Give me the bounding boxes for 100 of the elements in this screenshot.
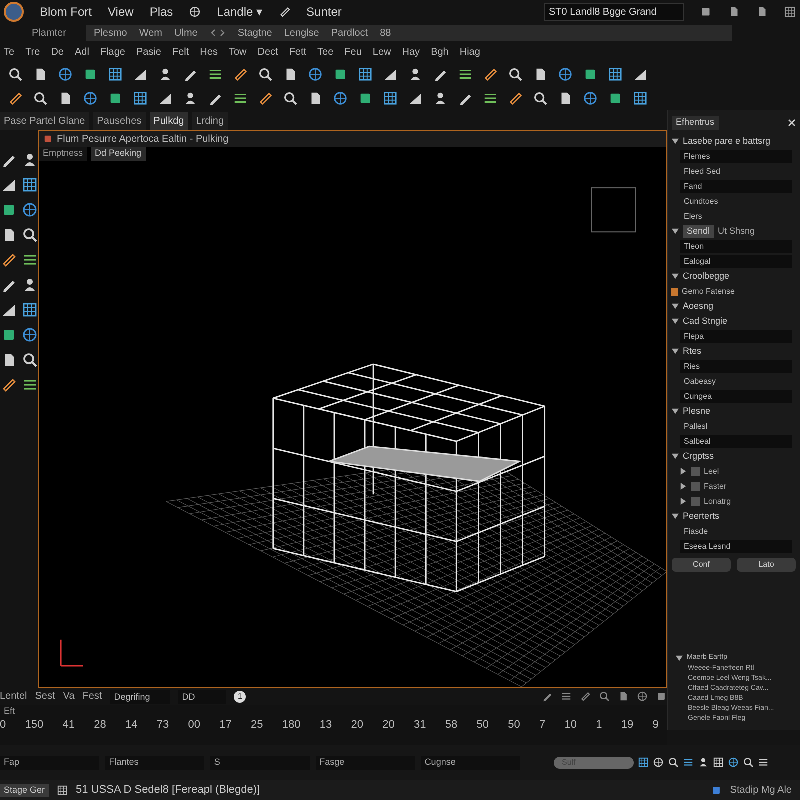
section-tab[interactable]: Ut Shsng bbox=[718, 224, 756, 238]
layer-item[interactable]: Gemo Fatense bbox=[682, 286, 735, 298]
grid-icon[interactable] bbox=[108, 66, 123, 82]
grid-icon[interactable] bbox=[358, 66, 373, 82]
document-icon[interactable] bbox=[756, 6, 768, 18]
filter-dropdown[interactable]: Flantes bbox=[105, 756, 204, 770]
expanded-caret-icon[interactable] bbox=[672, 348, 679, 355]
nav-item[interactable]: Ulme bbox=[174, 26, 198, 40]
ruler-icon[interactable] bbox=[233, 66, 248, 82]
ruler-icon[interactable] bbox=[1, 377, 17, 393]
dropdown-field[interactable]: Salbeal bbox=[680, 435, 792, 448]
grid-icon[interactable] bbox=[57, 785, 68, 796]
globe-icon[interactable] bbox=[308, 66, 323, 82]
magnifier-icon[interactable] bbox=[743, 757, 754, 768]
menu-item[interactable]: Felt bbox=[172, 44, 190, 60]
panel-button[interactable]: Lato bbox=[737, 558, 796, 572]
dropdown-field[interactable]: Fand bbox=[680, 180, 792, 193]
menu-item[interactable]: Tre bbox=[26, 44, 40, 60]
expanded-caret-icon[interactable] bbox=[672, 228, 679, 235]
nav-item[interactable]: Plesmo bbox=[94, 26, 128, 40]
checkbox[interactable] bbox=[691, 482, 700, 491]
ruler-icon[interactable] bbox=[508, 90, 523, 106]
section-header[interactable]: Croolbegge bbox=[683, 270, 730, 284]
magnifier-icon[interactable] bbox=[22, 227, 38, 243]
lines-icon[interactable] bbox=[758, 757, 769, 768]
magnifier-icon[interactable] bbox=[33, 90, 48, 106]
ruler-icon[interactable] bbox=[278, 6, 291, 18]
globe-icon[interactable] bbox=[558, 66, 573, 82]
expanded-caret-icon[interactable] bbox=[672, 318, 679, 325]
section-header[interactable]: Lasebe pare e battsrg bbox=[683, 134, 771, 148]
globe-icon[interactable] bbox=[637, 691, 648, 702]
nav-item[interactable]: Lenglse bbox=[284, 26, 320, 40]
square-icon[interactable] bbox=[43, 134, 53, 144]
status-button[interactable]: Stage Ger bbox=[0, 784, 50, 798]
checkbox[interactable] bbox=[691, 497, 700, 506]
menu-item[interactable]: Adl bbox=[75, 44, 90, 60]
filter-dropdown[interactable]: Fap bbox=[0, 756, 100, 770]
back-forward-arrows-icon[interactable] bbox=[210, 29, 226, 37]
globe-icon[interactable] bbox=[189, 6, 202, 18]
panel-button[interactable]: Conf bbox=[672, 558, 731, 572]
lines-icon[interactable] bbox=[22, 252, 38, 268]
dropdown-field[interactable]: Flemes bbox=[680, 150, 792, 163]
expanded-caret-icon[interactable] bbox=[672, 303, 679, 310]
ramp-icon[interactable] bbox=[1, 177, 17, 193]
checkbox[interactable] bbox=[691, 467, 700, 476]
menu-item[interactable]: Tow bbox=[228, 44, 247, 60]
lines-icon[interactable] bbox=[683, 757, 694, 768]
expanded-caret-icon[interactable] bbox=[672, 138, 679, 145]
document-tab[interactable]: Pausehes bbox=[93, 112, 146, 130]
grid-icon[interactable] bbox=[22, 302, 38, 318]
person-icon[interactable] bbox=[433, 90, 448, 106]
section-header[interactable]: Cad Stngie bbox=[683, 314, 728, 328]
square-icon[interactable] bbox=[656, 691, 667, 702]
magnifier-icon[interactable] bbox=[508, 66, 523, 82]
document-icon[interactable] bbox=[728, 6, 740, 18]
section-header[interactable]: Aoesng bbox=[683, 300, 714, 314]
expanded-caret-icon[interactable] bbox=[672, 453, 679, 460]
collapsed-caret-icon[interactable] bbox=[680, 468, 687, 475]
square-icon[interactable] bbox=[711, 785, 722, 796]
collapsed-caret-icon[interactable] bbox=[680, 498, 687, 505]
ruler-icon[interactable] bbox=[483, 66, 498, 82]
document-tab[interactable]: Pulkdg bbox=[150, 112, 188, 130]
grid-icon[interactable] bbox=[383, 90, 398, 106]
globe-icon[interactable] bbox=[22, 202, 38, 218]
nav-item[interactable]: 88 bbox=[380, 26, 392, 40]
menu-item[interactable]: Bgh bbox=[431, 44, 449, 60]
filter-dropdown[interactable]: S bbox=[210, 756, 310, 770]
magnifier-icon[interactable] bbox=[599, 691, 610, 702]
magnifier-icon[interactable] bbox=[668, 757, 679, 768]
menu-item[interactable]: Blom Fort bbox=[40, 3, 92, 21]
menu-item[interactable]: Tee bbox=[318, 44, 334, 60]
view-cube-icon[interactable] bbox=[591, 188, 636, 233]
section-header[interactable]: Peerterts bbox=[683, 510, 720, 524]
magnifier-icon[interactable] bbox=[258, 66, 273, 82]
ruler-icon[interactable] bbox=[8, 90, 23, 106]
magnifier-icon[interactable] bbox=[8, 66, 23, 82]
document-tab[interactable]: Lrding bbox=[192, 112, 228, 130]
square-icon[interactable] bbox=[700, 6, 712, 18]
ruler-icon[interactable] bbox=[580, 691, 591, 702]
menu-item[interactable]: Plas bbox=[150, 3, 174, 21]
nav-item[interactable]: Pardloct bbox=[331, 26, 368, 40]
expanded-caret-icon[interactable] bbox=[672, 273, 679, 280]
person-icon[interactable] bbox=[408, 66, 423, 82]
collapsed-caret-icon[interactable] bbox=[680, 483, 687, 490]
globe-icon[interactable] bbox=[728, 757, 739, 768]
person-icon[interactable] bbox=[158, 66, 173, 82]
menu-item[interactable]: Hes bbox=[200, 44, 218, 60]
dropdown-field[interactable]: Tleon bbox=[680, 240, 792, 253]
pencil-icon[interactable] bbox=[542, 691, 553, 702]
expanded-caret-icon[interactable] bbox=[676, 655, 683, 662]
person-icon[interactable] bbox=[183, 90, 198, 106]
menu-item[interactable]: Flage bbox=[100, 44, 126, 60]
globe-icon[interactable] bbox=[83, 90, 98, 106]
grid-icon[interactable] bbox=[22, 177, 38, 193]
ruler-icon[interactable] bbox=[258, 90, 273, 106]
filter-dropdown[interactable]: Cugnse bbox=[420, 756, 520, 770]
document-tab[interactable]: Pase Partel Glane bbox=[0, 112, 90, 130]
section-header[interactable]: Sendl bbox=[683, 224, 714, 238]
menu-item[interactable]: Feu bbox=[344, 44, 362, 60]
globe-icon[interactable] bbox=[653, 757, 664, 768]
